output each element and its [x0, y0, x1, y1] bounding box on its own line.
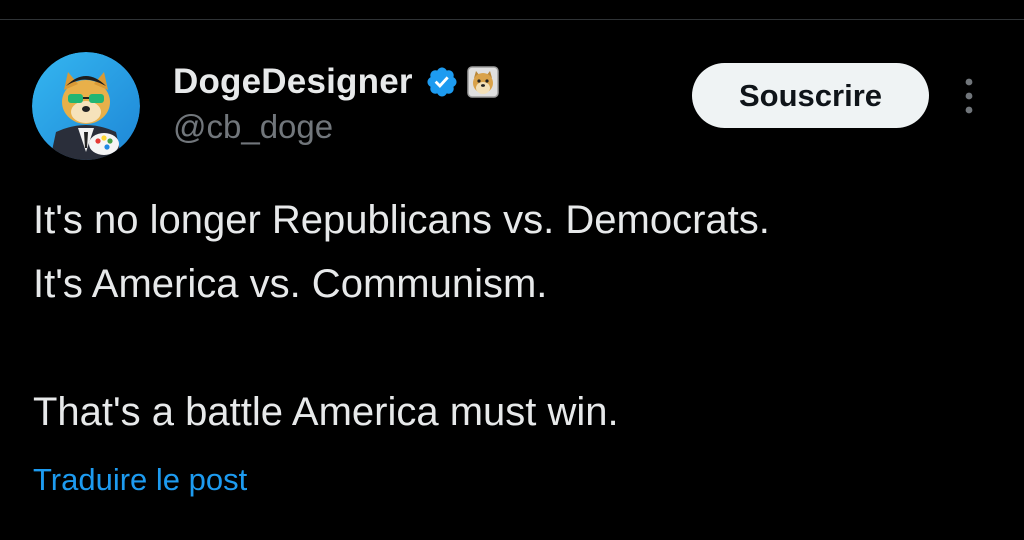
- top-divider: [0, 19, 1024, 20]
- translate-post-link[interactable]: Traduire le post: [33, 462, 247, 498]
- post-text-line: It's America vs. Communism.: [33, 262, 548, 306]
- subscribe-button[interactable]: Souscrire: [692, 63, 929, 128]
- post-text-line: That's a battle America must win.: [33, 390, 619, 434]
- author-display-name[interactable]: DogeDesigner: [173, 62, 413, 102]
- author-handle[interactable]: @cb_doge: [173, 108, 333, 146]
- more-vertical-icon: [965, 78, 973, 114]
- post-text: It's no longer Republicans vs. Democrats…: [33, 188, 1003, 444]
- author-name-row: DogeDesigner: [173, 60, 499, 104]
- more-options-button[interactable]: [954, 72, 984, 122]
- doge-affiliate-icon[interactable]: [466, 66, 499, 98]
- post-text-line: It's no longer Republicans vs. Democrats…: [33, 198, 770, 242]
- author-avatar[interactable]: [32, 52, 140, 160]
- verified-checkmark-icon[interactable]: [425, 65, 459, 99]
- post-text-line: [33, 316, 1003, 380]
- doge-avatar-image: [32, 52, 140, 160]
